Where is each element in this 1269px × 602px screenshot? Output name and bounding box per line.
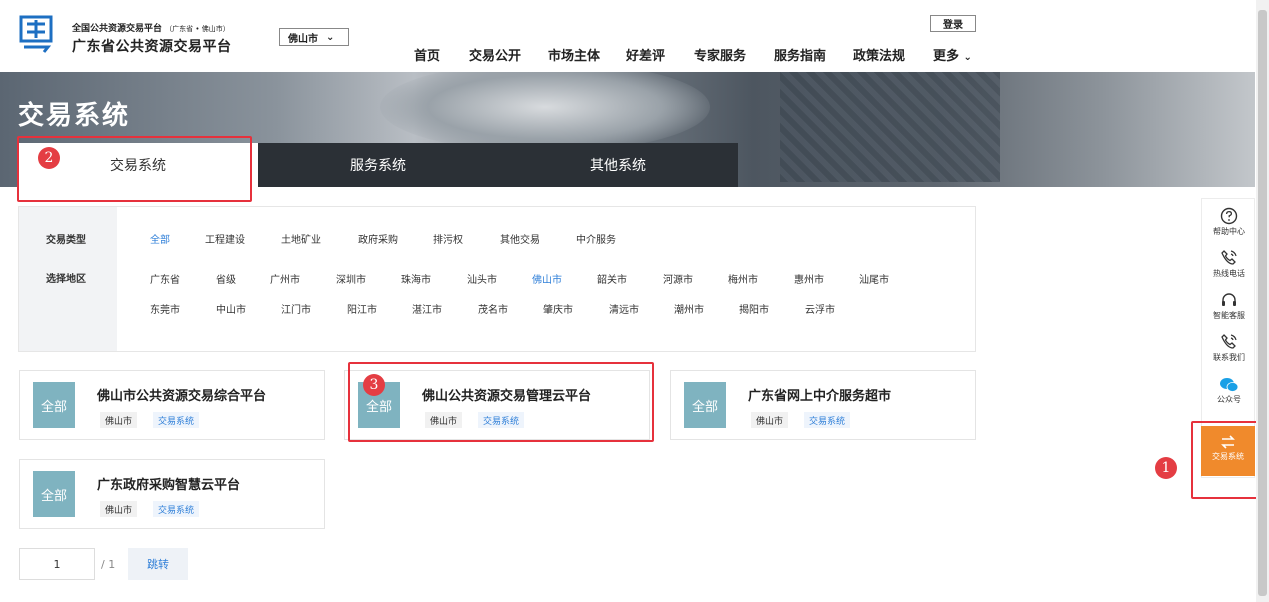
banner-handshake-image: [380, 72, 710, 152]
nav-expert-service[interactable]: 专家服务: [694, 45, 746, 64]
card-tag-type: 交易系统: [153, 501, 200, 517]
region-item[interactable]: 汕头市: [467, 271, 497, 286]
card-badge: 全部: [33, 471, 75, 517]
nav-market-entity[interactable]: 市场主体: [548, 45, 600, 64]
sidebar-item-contact[interactable]: 联系我们: [1202, 333, 1256, 363]
filter-panel: 交易类型 选择地区 全部 工程建设 土地矿业 政府采购 排污权 其他交易 中介服…: [18, 206, 976, 352]
region-item[interactable]: 深圳市: [336, 271, 366, 286]
card-title[interactable]: 广东省网上中介服务超市: [748, 385, 891, 404]
type-emission[interactable]: 排污权: [433, 231, 463, 246]
region-item[interactable]: 清远市: [609, 301, 639, 316]
chevron-down-icon: ⌄: [963, 52, 972, 63]
region-item[interactable]: 广州市: [270, 271, 300, 286]
system-card[interactable]: 全部 广东省网上中介服务超市 佛山市 交易系统: [670, 370, 976, 440]
card-tag-type: 交易系统: [153, 412, 200, 428]
type-agency[interactable]: 中介服务: [576, 231, 616, 246]
region-item[interactable]: 湛江市: [412, 301, 442, 316]
sidebar-item-wechat[interactable]: 公众号: [1202, 377, 1256, 405]
region-item[interactable]: 汕尾市: [859, 271, 889, 286]
wechat-icon: [1220, 378, 1239, 392]
system-card[interactable]: 全部 广东政府采购智慧云平台 佛山市 交易系统: [19, 459, 325, 529]
platform-logo[interactable]: [18, 14, 54, 54]
card-tag-city: 佛山市: [100, 501, 138, 517]
login-button[interactable]: 登录: [930, 15, 976, 32]
question-icon: [1220, 207, 1238, 225]
card-badge: 全部: [684, 382, 726, 428]
nav-home[interactable]: 首页: [414, 45, 440, 64]
card-tag-type: 交易系统: [804, 412, 851, 428]
phone-icon: [1221, 334, 1237, 349]
nav-more[interactable]: 更多 ⌄: [933, 45, 972, 64]
jump-button[interactable]: 跳转: [128, 548, 188, 580]
region-label: 选择地区: [46, 274, 86, 285]
annotation-number-3: 3: [363, 374, 385, 396]
city-select-value: 佛山市: [288, 33, 318, 45]
nav-rating[interactable]: 好差评: [626, 45, 665, 64]
banner-title: 交易系统: [18, 101, 131, 131]
region-item[interactable]: 珠海市: [401, 271, 431, 286]
nav-trade-public[interactable]: 交易公开: [469, 45, 521, 64]
city-select[interactable]: 佛山市 ⌄: [279, 28, 349, 46]
tab-other-system[interactable]: 其他系统: [498, 143, 738, 187]
header: 全国公共资源交易平台 （广东省 • 佛山市） 广东省公共资源交易平台 佛山市 ⌄…: [0, 0, 1255, 72]
platform-subtitle: 全国公共资源交易平台 （广东省 • 佛山市）: [72, 24, 230, 34]
sidebar-item-hotline[interactable]: 热线电话: [1202, 249, 1256, 279]
region-item[interactable]: 阳江市: [347, 301, 377, 316]
type-all[interactable]: 全部: [150, 231, 170, 246]
region-item[interactable]: 梅州市: [728, 271, 758, 286]
type-engineering[interactable]: 工程建设: [205, 231, 245, 246]
sidebar-item-chatbot[interactable]: 智能客服: [1202, 291, 1256, 321]
annotation-box-2: [17, 136, 252, 202]
card-title[interactable]: 佛山市公共资源交易综合平台: [97, 385, 266, 404]
region-item[interactable]: 东莞市: [150, 301, 180, 316]
sidebar-label: 公众号: [1217, 395, 1241, 404]
nav-service-guide[interactable]: 服务指南: [774, 45, 826, 64]
region-item[interactable]: 中山市: [216, 301, 246, 316]
phone-icon: [1221, 250, 1237, 265]
card-tag-city: 佛山市: [100, 412, 138, 428]
annotation-box-3: [348, 362, 654, 442]
region-item[interactable]: 河源市: [663, 271, 693, 286]
sidebar-item-help[interactable]: 帮助中心: [1202, 207, 1256, 237]
sidebar-label: 联系我们: [1213, 353, 1245, 362]
region-item[interactable]: 揭阳市: [739, 301, 769, 316]
trade-type-label: 交易类型: [46, 235, 86, 246]
card-title[interactable]: 广东政府采购智慧云平台: [97, 474, 240, 493]
type-other[interactable]: 其他交易: [500, 231, 540, 246]
card-tag-city: 佛山市: [751, 412, 789, 428]
region-item[interactable]: 茂名市: [478, 301, 508, 316]
headset-icon: [1222, 293, 1236, 306]
annotation-number-1: 1: [1155, 457, 1177, 479]
chevron-down-icon: ⌄: [326, 31, 335, 43]
type-land-mining[interactable]: 土地矿业: [281, 231, 321, 246]
platform-region: （广东省 • 佛山市）: [165, 25, 230, 33]
nav-more-label: 更多: [933, 49, 960, 64]
region-item[interactable]: 惠州市: [794, 271, 824, 286]
region-item-selected[interactable]: 佛山市: [532, 271, 562, 286]
card-badge: 全部: [33, 382, 75, 428]
sidebar-label: 热线电话: [1213, 269, 1245, 278]
tab-service-system[interactable]: 服务系统: [258, 143, 498, 187]
platform-title: 广东省公共资源交易平台: [72, 39, 232, 55]
nav-policy[interactable]: 政策法规: [853, 45, 905, 64]
region-item[interactable]: 韶关市: [597, 271, 627, 286]
sidebar-label: 帮助中心: [1213, 227, 1245, 236]
type-gov-procurement[interactable]: 政府采购: [358, 231, 398, 246]
page-total: / 1: [101, 558, 116, 571]
region-item[interactable]: 潮州市: [674, 301, 704, 316]
annotation-number-2: 2: [38, 147, 60, 169]
region-item[interactable]: 肇庆市: [543, 301, 573, 316]
annotation-box-1: [1191, 421, 1265, 499]
region-item[interactable]: 广东省: [150, 271, 180, 286]
region-item[interactable]: 云浮市: [805, 301, 835, 316]
page-number-input[interactable]: 1: [19, 548, 95, 580]
banner-texture: [780, 72, 1000, 182]
system-card[interactable]: 全部 佛山市公共资源交易综合平台 佛山市 交易系统: [19, 370, 325, 440]
region-item[interactable]: 江门市: [281, 301, 311, 316]
sidebar-label: 智能客服: [1213, 311, 1245, 320]
region-item[interactable]: 省级: [216, 271, 236, 286]
scrollbar-thumb[interactable]: [1258, 10, 1267, 596]
